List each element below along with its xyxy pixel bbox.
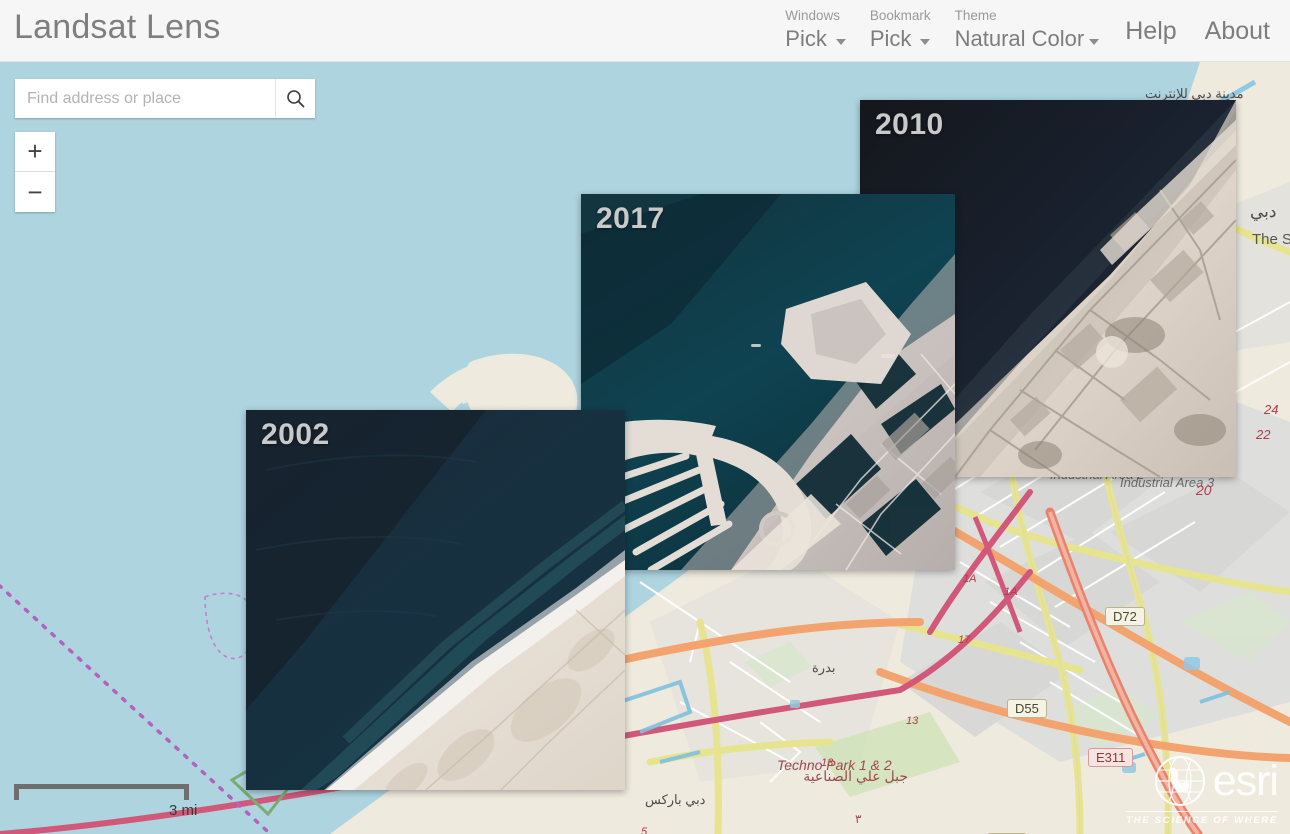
chevron-down-icon[interactable] bbox=[835, 38, 846, 45]
chevron-down-icon[interactable] bbox=[920, 38, 931, 45]
map-viewport[interactable]: مدينة دبي للإنترنت دبي The S Industrial … bbox=[0, 62, 1290, 834]
header-menu-bar: Windows Pick Bookmark Pick Theme Natural… bbox=[773, 0, 1284, 62]
about-link[interactable]: About bbox=[1191, 0, 1284, 62]
landsat-tile-2002[interactable]: 2002 bbox=[246, 410, 625, 790]
menu-bookmark[interactable]: Bookmark Pick bbox=[858, 0, 943, 53]
page-title: Landsat Lens bbox=[14, 8, 221, 46]
search-button[interactable] bbox=[275, 79, 315, 118]
scale-bar: 3 mi bbox=[14, 784, 197, 819]
search-widget[interactable] bbox=[15, 79, 315, 118]
landsat-imagery-2002 bbox=[246, 410, 625, 790]
menu-bookmark-label: Bookmark bbox=[869, 8, 931, 23]
zoom-controls[interactable]: + − bbox=[15, 132, 55, 212]
landsat-tile-2017[interactable]: 2017 bbox=[581, 194, 955, 570]
landsat-imagery-2017 bbox=[581, 194, 955, 570]
menu-theme-value: Natural Color bbox=[954, 26, 1085, 51]
minus-icon: − bbox=[27, 176, 43, 207]
plus-icon: + bbox=[27, 136, 43, 166]
menu-theme[interactable]: Theme Natural Color bbox=[943, 0, 1112, 53]
zoom-in-button[interactable]: + bbox=[15, 132, 55, 172]
help-link[interactable]: Help bbox=[1111, 0, 1190, 62]
menu-windows[interactable]: Windows Pick bbox=[773, 0, 858, 53]
menu-windows-label: Windows bbox=[785, 8, 841, 23]
landsat-lens-app: مدينة دبي للإنترنت دبي The S Industrial … bbox=[0, 0, 1290, 834]
chevron-down-icon[interactable] bbox=[1089, 38, 1100, 45]
scale-bar-line bbox=[14, 784, 189, 800]
zoom-out-button[interactable]: − bbox=[15, 172, 55, 212]
search-icon bbox=[287, 90, 305, 108]
app-header: Landsat Lens Windows Pick Bookmark Pick … bbox=[0, 0, 1290, 62]
menu-windows-value: Pick bbox=[785, 26, 827, 51]
menu-bookmark-value: Pick bbox=[869, 26, 912, 51]
menu-theme-label: Theme bbox=[954, 8, 997, 23]
scale-bar-label: 3 mi bbox=[169, 802, 198, 819]
search-input[interactable] bbox=[15, 79, 275, 118]
map-canvas[interactable]: مدينة دبي للإنترنت دبي The S Industrial … bbox=[0, 62, 1290, 834]
